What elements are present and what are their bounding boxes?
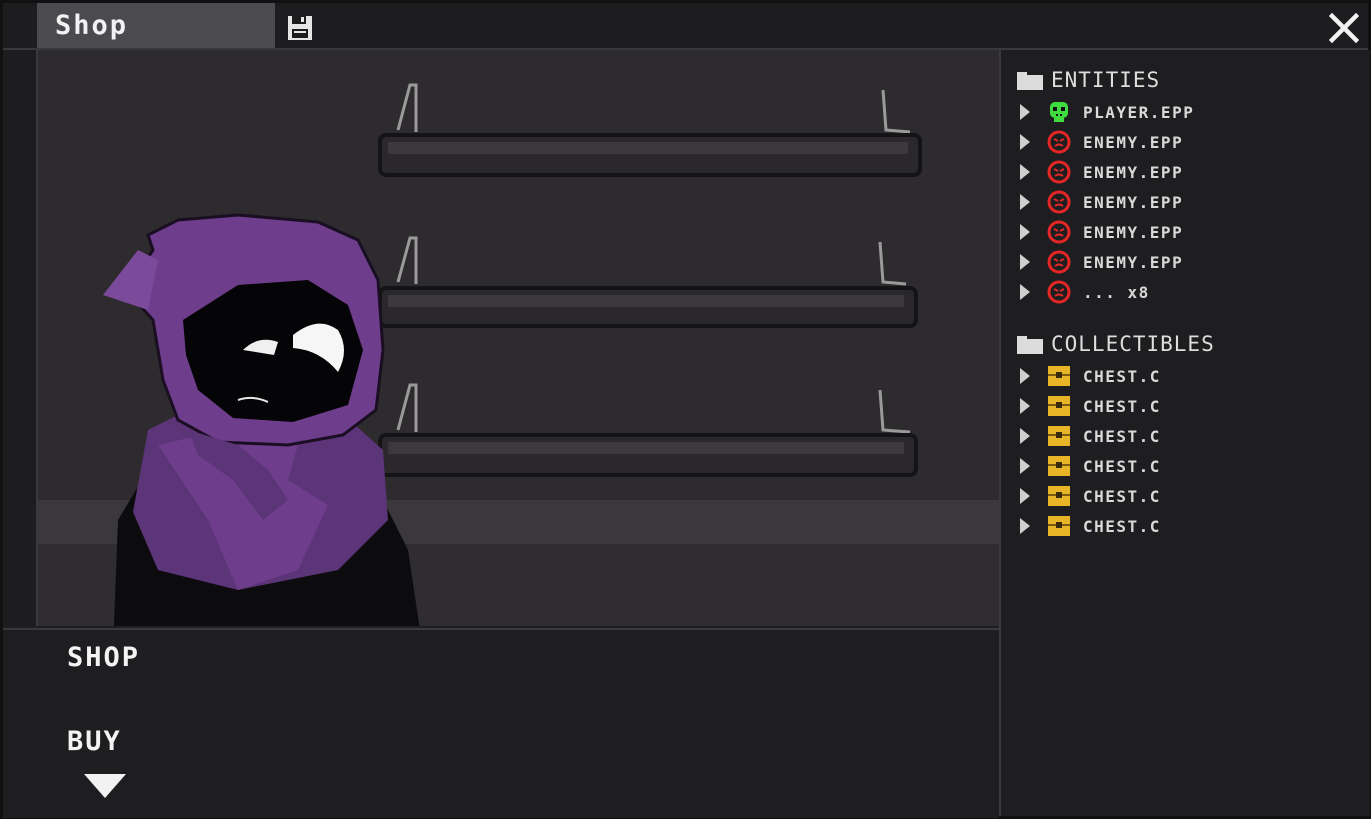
dialog-line: BUY: [67, 726, 122, 757]
tree-item[interactable]: CHEST.C: [1019, 361, 1359, 391]
enemy-face-icon: [1047, 220, 1071, 244]
tree-item[interactable]: ENEMY.EPP: [1019, 127, 1359, 157]
chest-icon: [1048, 456, 1070, 476]
section-entities[interactable]: ENTITIES: [1017, 68, 1160, 92]
shelf-bottom: [378, 383, 918, 477]
tree-item[interactable]: CHEST.C: [1019, 391, 1359, 421]
enemy-face-icon: [1047, 160, 1071, 184]
tree-item[interactable]: PLAYER.EPP: [1019, 97, 1359, 127]
scene-art: [103, 83, 922, 626]
shelf-middle: [378, 236, 918, 328]
expand-arrow-icon[interactable]: [1019, 283, 1031, 301]
tree-item-label: ENEMY.EPP: [1083, 192, 1184, 212]
tree-item-label: CHEST.C: [1083, 426, 1161, 446]
tree-item-label: ENEMY.EPP: [1083, 222, 1184, 242]
enemy-face-icon: [1047, 130, 1071, 154]
expand-arrow-icon[interactable]: [1019, 367, 1031, 385]
expand-arrow-icon[interactable]: [1019, 133, 1031, 151]
title-bar: Shop: [3, 3, 1368, 50]
chest-icon: [1048, 366, 1070, 386]
triangle-down-icon[interactable]: [83, 773, 127, 799]
tree-item[interactable]: ENEMY.EPP: [1019, 217, 1359, 247]
expand-arrow-icon[interactable]: [1019, 163, 1031, 181]
left-gutter: [3, 50, 38, 626]
expand-arrow-icon[interactable]: [1019, 223, 1031, 241]
expand-arrow-icon[interactable]: [1019, 487, 1031, 505]
game-viewport[interactable]: [38, 50, 999, 626]
dialog-box[interactable]: SHOP BUY: [3, 628, 999, 818]
enemy-face-icon: [1047, 280, 1071, 304]
tree-item[interactable]: CHEST.C: [1019, 511, 1359, 541]
section-collectibles[interactable]: COLLECTIBLES: [1017, 332, 1215, 356]
tree-item-label: CHEST.C: [1083, 486, 1161, 506]
tab-shop[interactable]: Shop: [37, 3, 275, 48]
expand-arrow-icon[interactable]: [1019, 457, 1031, 475]
folder-icon: [1017, 72, 1043, 90]
tree-item[interactable]: ENEMY.EPP: [1019, 187, 1359, 217]
expand-arrow-icon[interactable]: [1019, 103, 1031, 121]
tree-item-label: CHEST.C: [1083, 396, 1161, 416]
chest-icon: [1048, 486, 1070, 506]
player-skull-icon: [1050, 102, 1068, 122]
tree-item[interactable]: ... x8: [1019, 277, 1359, 307]
tree-item-label: CHEST.C: [1083, 516, 1161, 536]
tree-item[interactable]: ENEMY.EPP: [1019, 247, 1359, 277]
tree-item-label: ENEMY.EPP: [1083, 132, 1184, 152]
tree-item-label: CHEST.C: [1083, 366, 1161, 386]
enemy-face-icon: [1047, 250, 1071, 274]
section-label: COLLECTIBLES: [1051, 332, 1215, 356]
speaker-name: SHOP: [67, 642, 141, 673]
chest-icon: [1048, 516, 1070, 536]
floppy-disk-icon[interactable]: [287, 15, 313, 41]
tree-item[interactable]: ENEMY.EPP: [1019, 157, 1359, 187]
tree-item[interactable]: CHEST.C: [1019, 481, 1359, 511]
chest-icon: [1048, 396, 1070, 416]
shelf-top: [378, 83, 922, 177]
expand-arrow-icon[interactable]: [1019, 193, 1031, 211]
chest-icon: [1048, 426, 1070, 446]
enemy-face-icon: [1047, 190, 1071, 214]
tree-item-label: ENEMY.EPP: [1083, 252, 1184, 272]
scene-tree-panel: ENTITIES PLAYER.EPP ENEMY.EPP ENEMY.EPP ENE…: [999, 50, 1370, 816]
tab-title: Shop: [55, 10, 129, 41]
tree-item-label: PLAYER.EPP: [1083, 102, 1195, 122]
folder-icon: [1017, 336, 1043, 354]
tree-item[interactable]: CHEST.C: [1019, 421, 1359, 451]
hooded-shopkeeper: [103, 213, 420, 626]
expand-arrow-icon[interactable]: [1019, 427, 1031, 445]
expand-arrow-icon[interactable]: [1019, 253, 1031, 271]
close-icon[interactable]: [1329, 13, 1359, 43]
expand-arrow-icon[interactable]: [1019, 397, 1031, 415]
tree-item-label: ... x8: [1083, 282, 1150, 302]
section-label: ENTITIES: [1051, 68, 1161, 92]
tree-item-label: CHEST.C: [1083, 456, 1161, 476]
expand-arrow-icon[interactable]: [1019, 517, 1031, 535]
tree-item[interactable]: CHEST.C: [1019, 451, 1359, 481]
tree-item-label: ENEMY.EPP: [1083, 162, 1184, 182]
